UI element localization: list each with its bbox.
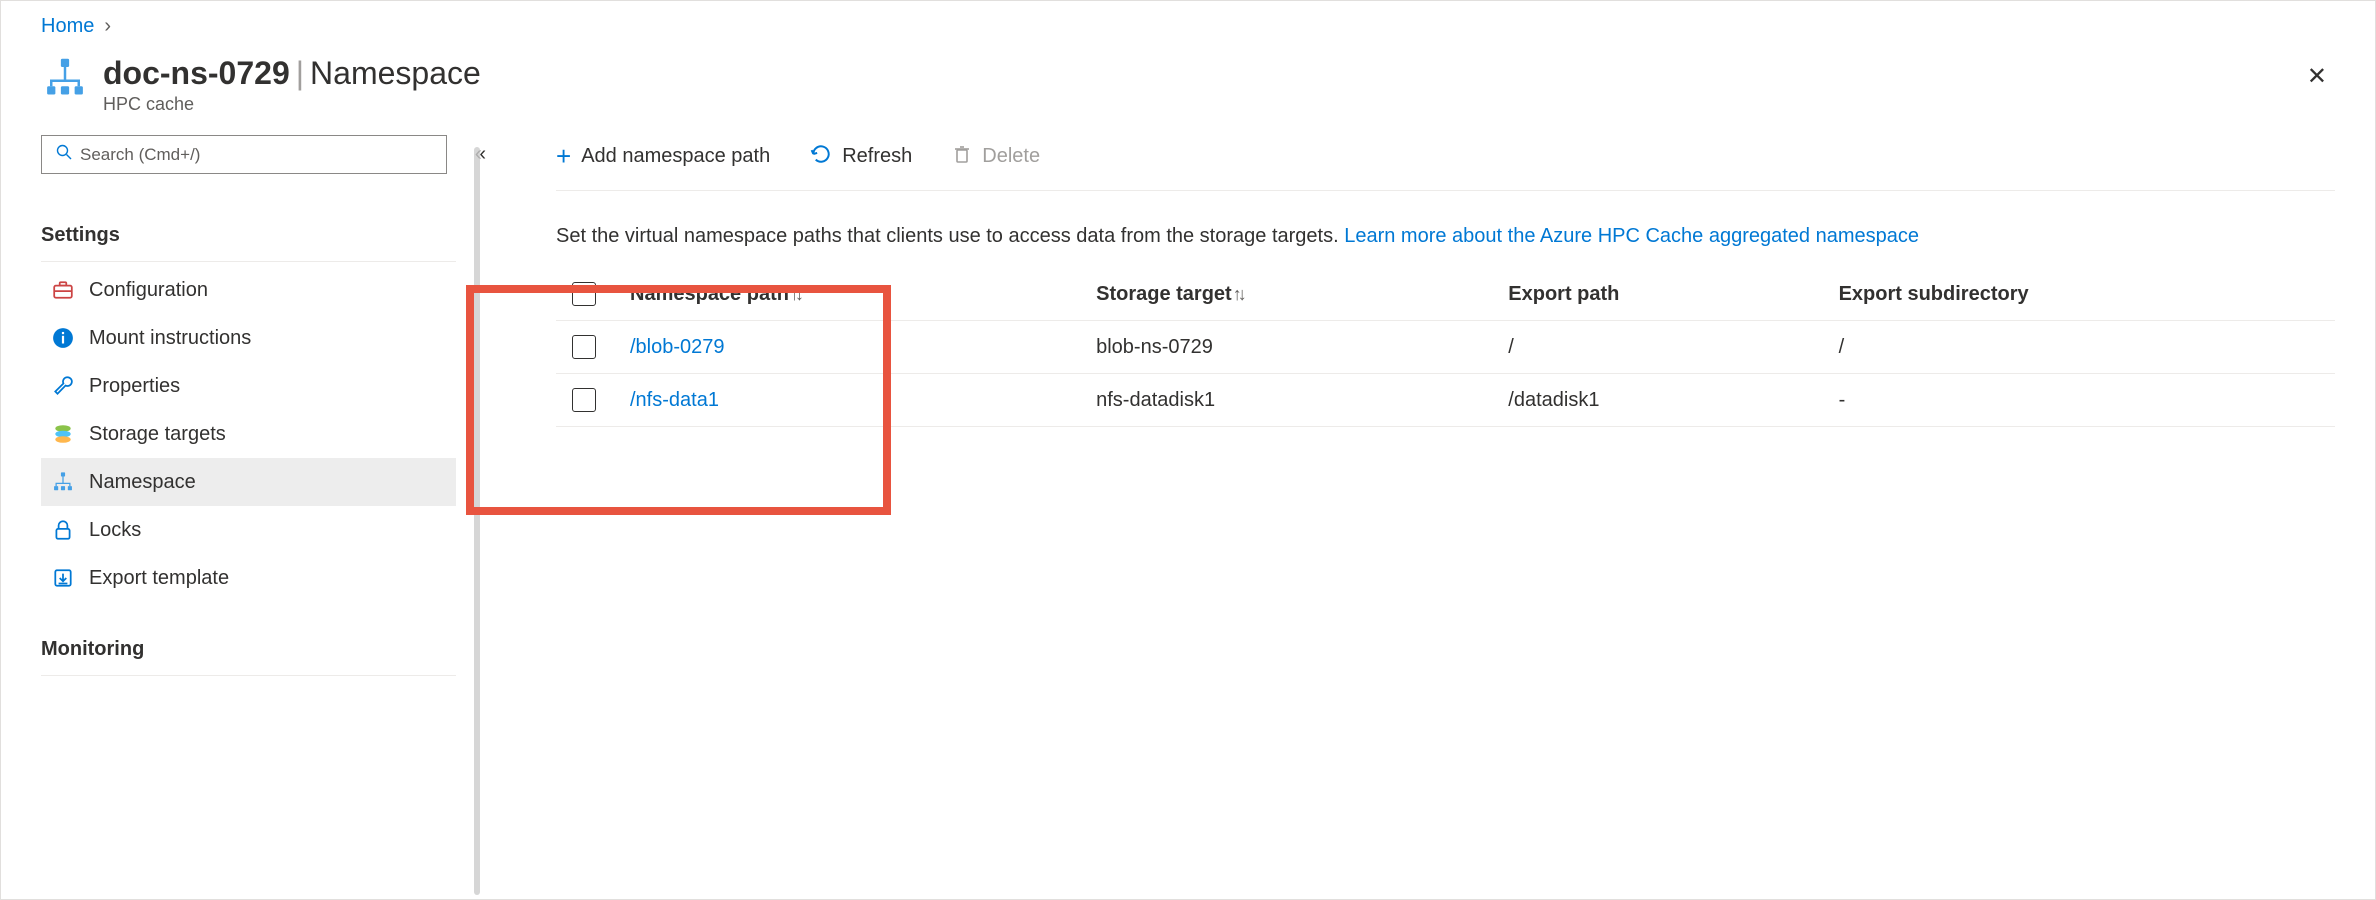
sidebar-item-export-template[interactable]: Export template <box>41 554 456 602</box>
lock-icon <box>51 518 75 542</box>
namespace-path-link[interactable]: /nfs-data1 <box>630 389 719 411</box>
sidebar-item-properties[interactable]: Properties <box>41 362 456 410</box>
search-input[interactable]: Search (Cmd+/) <box>41 135 447 174</box>
refresh-icon <box>810 143 832 171</box>
row-checkbox[interactable] <box>572 388 596 412</box>
cell-storage-target: blob-ns-0729 <box>1080 321 1492 374</box>
page-subtitle: HPC cache <box>103 94 2299 115</box>
delete-button: Delete <box>952 143 1040 171</box>
sidebar-scrollbar[interactable] <box>474 147 480 895</box>
table-row[interactable]: /nfs-data1 nfs-datadisk1 /datadisk1 - <box>556 374 2335 427</box>
export-icon <box>51 566 75 590</box>
namespace-path-link[interactable]: /blob-0279 <box>630 336 725 358</box>
col-export-subdir[interactable]: Export subdirectory <box>1823 268 2335 321</box>
nav-section-monitoring: Monitoring <box>41 628 456 676</box>
briefcase-icon <box>51 278 75 302</box>
sidebar-item-locks[interactable]: Locks <box>41 506 456 554</box>
cell-export-subdir: / <box>1823 321 2335 374</box>
nav-section-settings: Settings <box>41 214 456 262</box>
sidebar-item-configuration[interactable]: Configuration <box>41 266 456 314</box>
cell-export-subdir: - <box>1823 374 2335 427</box>
col-export-path[interactable]: Export path <box>1492 268 1822 321</box>
cell-storage-target: nfs-datadisk1 <box>1080 374 1492 427</box>
row-checkbox[interactable] <box>572 335 596 359</box>
namespace-icon <box>51 470 75 494</box>
search-placeholder: Search (Cmd+/) <box>80 145 200 165</box>
cell-export-path: /datadisk1 <box>1492 374 1822 427</box>
namespace-table: Namespace path Storage target Export pat… <box>556 268 2335 427</box>
sidebar-item-storage-targets[interactable]: Storage targets <box>41 410 456 458</box>
learn-more-link[interactable]: Learn more about the Azure HPC Cache agg… <box>1344 225 1919 247</box>
breadcrumb-home[interactable]: Home <box>41 15 94 38</box>
namespace-resource-icon <box>41 54 89 102</box>
search-icon <box>56 144 72 165</box>
add-namespace-path-button[interactable]: + Add namespace path <box>556 141 770 172</box>
toolbar: + Add namespace path Refresh Delete <box>556 135 2335 191</box>
col-namespace-path[interactable]: Namespace path <box>614 268 1080 321</box>
description-text: Set the virtual namespace paths that cli… <box>556 225 2335 248</box>
trash-icon <box>952 143 972 171</box>
wrench-icon <box>51 374 75 398</box>
chevron-right-icon: › <box>104 15 111 38</box>
plus-icon: + <box>556 141 571 172</box>
refresh-button[interactable]: Refresh <box>810 143 912 171</box>
col-storage-target[interactable]: Storage target <box>1080 268 1492 321</box>
close-button[interactable]: ✕ <box>2299 54 2335 99</box>
breadcrumb: Home › <box>1 1 2375 46</box>
cell-export-path: / <box>1492 321 1822 374</box>
table-row[interactable]: /blob-0279 blob-ns-0729 / / <box>556 321 2335 374</box>
storage-disks-icon <box>51 422 75 446</box>
sidebar-item-namespace[interactable]: Namespace <box>41 458 456 506</box>
select-all-checkbox[interactable] <box>572 282 596 306</box>
info-icon <box>51 326 75 350</box>
page-title: doc-ns-0729|Namespace <box>103 54 2299 92</box>
sidebar-item-mount-instructions[interactable]: Mount instructions <box>41 314 456 362</box>
